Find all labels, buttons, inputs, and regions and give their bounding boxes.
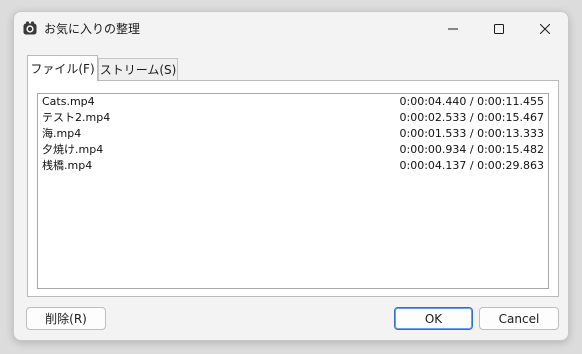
file-name: テスト2.mp4 bbox=[42, 111, 111, 124]
file-name: 桟橋.mp4 bbox=[42, 159, 93, 172]
window-title: お気に入りの整理 bbox=[44, 22, 141, 36]
delete-button[interactable]: 削除(R) bbox=[26, 307, 106, 330]
camera-icon bbox=[23, 20, 37, 35]
file-tab-panel: Cats.mp4 0:00:04.440 / 0:00:11.455 テスト2.… bbox=[27, 80, 559, 297]
close-icon bbox=[539, 19, 551, 38]
tab-file-label: ファイル(F) bbox=[30, 62, 95, 76]
file-name: 夕焼け.mp4 bbox=[42, 143, 104, 156]
file-list[interactable]: Cats.mp4 0:00:04.440 / 0:00:11.455 テスト2.… bbox=[37, 93, 549, 289]
minimize-button[interactable] bbox=[430, 12, 476, 44]
list-item[interactable]: 海.mp4 0:00:01.533 / 0:00:13.333 bbox=[38, 126, 548, 142]
cancel-button[interactable]: Cancel bbox=[479, 307, 559, 330]
tab-stream[interactable]: ストリーム(S) bbox=[98, 58, 178, 80]
maximize-icon bbox=[494, 19, 504, 38]
tab-file[interactable]: ファイル(F) bbox=[27, 55, 98, 81]
file-name: Cats.mp4 bbox=[42, 95, 95, 108]
list-item[interactable]: 桟橋.mp4 0:00:04.137 / 0:00:29.863 bbox=[38, 158, 548, 174]
close-button[interactable] bbox=[522, 12, 568, 44]
title-bar[interactable]: お気に入りの整理 bbox=[14, 12, 568, 44]
ok-button[interactable]: OK bbox=[394, 307, 473, 330]
list-item[interactable]: 夕焼け.mp4 0:00:00.934 / 0:00:15.482 bbox=[38, 142, 548, 158]
list-item[interactable]: テスト2.mp4 0:00:02.533 / 0:00:15.467 bbox=[38, 110, 548, 126]
minimize-icon bbox=[448, 19, 458, 38]
tab-stream-label: ストリーム(S) bbox=[99, 63, 177, 77]
file-time: 0:00:01.533 / 0:00:13.333 bbox=[399, 127, 545, 140]
file-time: 0:00:00.934 / 0:00:15.482 bbox=[399, 143, 545, 156]
file-time: 0:00:02.533 / 0:00:15.467 bbox=[399, 111, 545, 124]
file-time: 0:00:04.440 / 0:00:11.455 bbox=[399, 95, 545, 108]
list-item[interactable]: Cats.mp4 0:00:04.440 / 0:00:11.455 bbox=[38, 94, 548, 110]
maximize-button[interactable] bbox=[476, 12, 522, 44]
favorites-dialog: お気に入りの整理 ファイル(F) ストリーム(S) Cats.mp4 0:00:… bbox=[13, 11, 569, 341]
file-name: 海.mp4 bbox=[42, 127, 82, 140]
file-time: 0:00:04.137 / 0:00:29.863 bbox=[399, 159, 545, 172]
